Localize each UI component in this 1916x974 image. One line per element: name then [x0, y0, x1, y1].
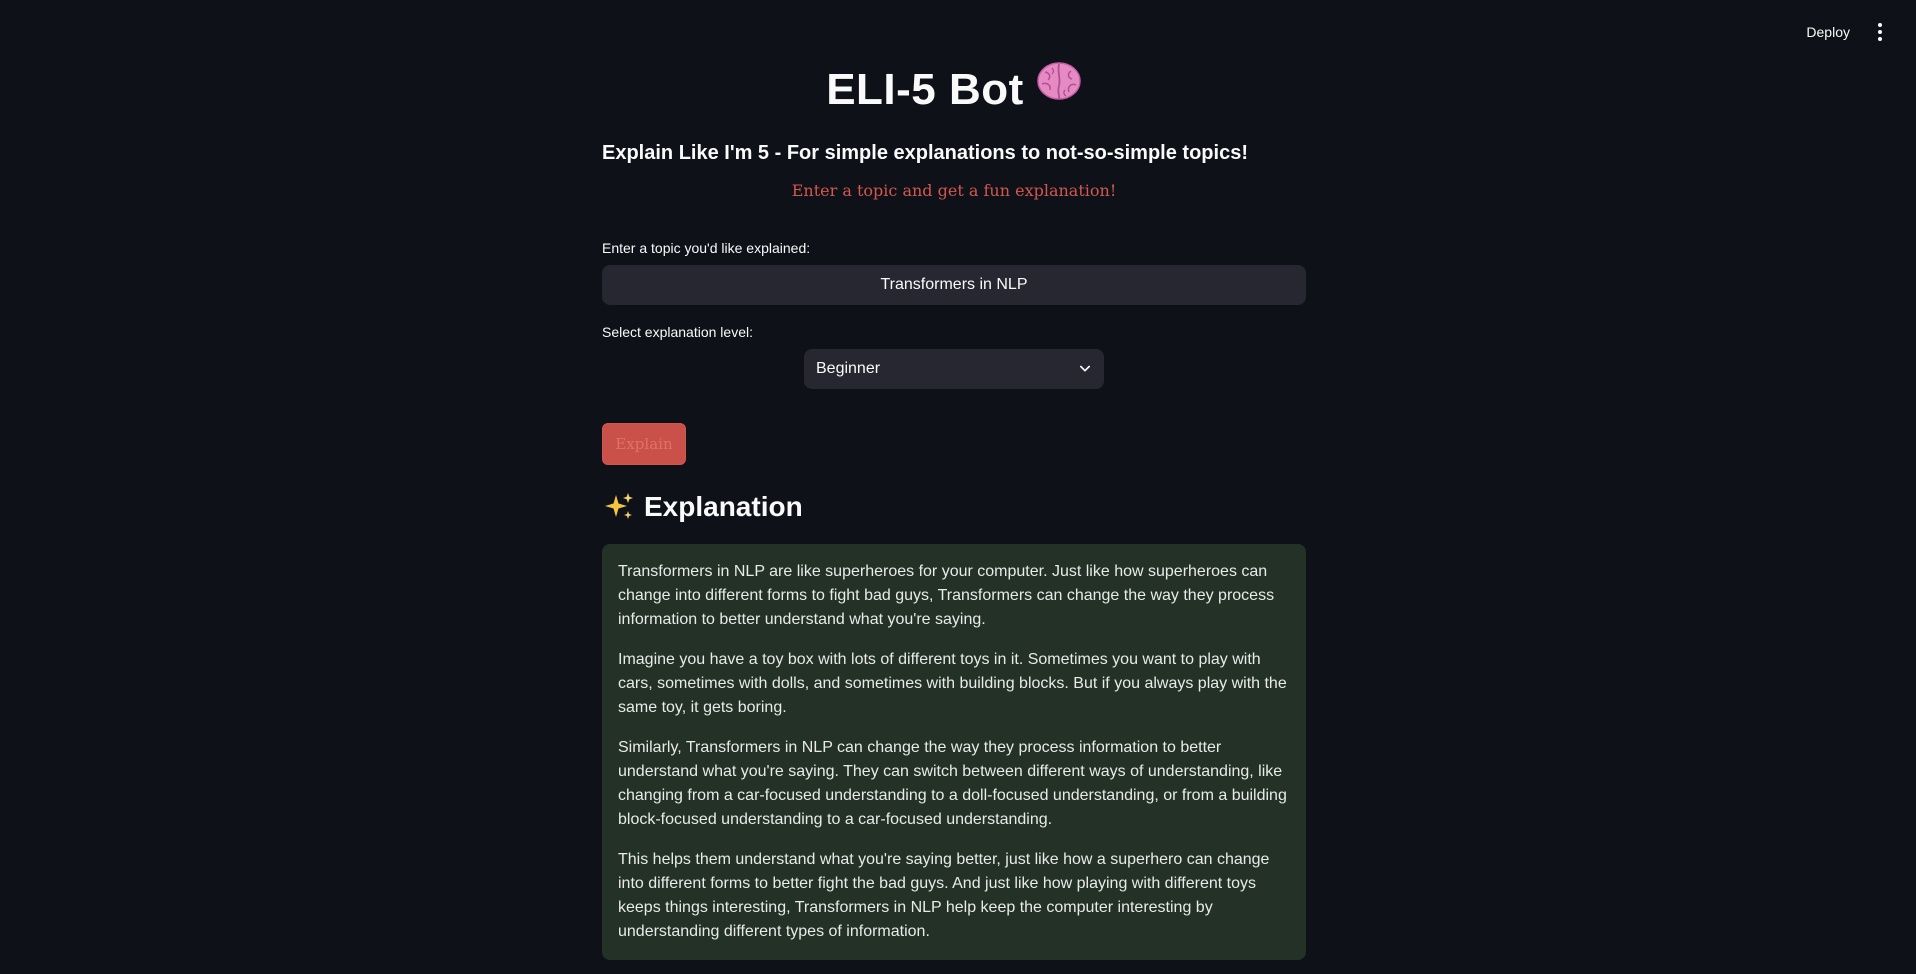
page-title: ELI-5 Bot — [602, 62, 1306, 118]
deploy-button[interactable]: Deploy — [1796, 18, 1860, 46]
explanation-paragraph: Similarly, Transformers in NLP can chang… — [618, 739, 1287, 828]
topic-label: Enter a topic you'd like explained: — [602, 240, 811, 256]
page-subtitle: Explain Like I'm 5 - For simple explanat… — [602, 142, 1248, 164]
top-toolbar: Deploy — [1796, 0, 1916, 64]
tagline: Enter a topic and get a fun explanation! — [791, 181, 1117, 200]
brain-icon — [1036, 60, 1082, 116]
chevron-down-icon — [1080, 364, 1090, 374]
explanation-box: Transformers in NLP are like superheroes… — [602, 544, 1306, 960]
explanation-paragraph: Imagine you have a toy box with lots of … — [618, 651, 1287, 716]
topic-input[interactable] — [602, 265, 1306, 305]
explanation-heading-text: Explanation — [644, 491, 803, 522]
page-title-text: ELI-5 Bot — [826, 65, 1024, 114]
explanation-heading: Explanation — [602, 490, 803, 524]
explanation-paragraph: This helps them understand what you're s… — [618, 851, 1270, 940]
app-root: Deploy ELI-5 Bot Explain Like I'm 5 - Fo… — [0, 0, 1916, 974]
level-label: Select explanation level: — [602, 324, 753, 340]
explanation-paragraph: Transformers in NLP are like superheroes… — [618, 563, 1275, 628]
level-select[interactable]: Beginner — [804, 349, 1104, 389]
sparkles-icon — [602, 490, 636, 524]
more-vertical-icon[interactable] — [1868, 16, 1892, 48]
level-select-value: Beginner — [816, 360, 881, 377]
explain-button[interactable]: Explain — [602, 423, 686, 465]
